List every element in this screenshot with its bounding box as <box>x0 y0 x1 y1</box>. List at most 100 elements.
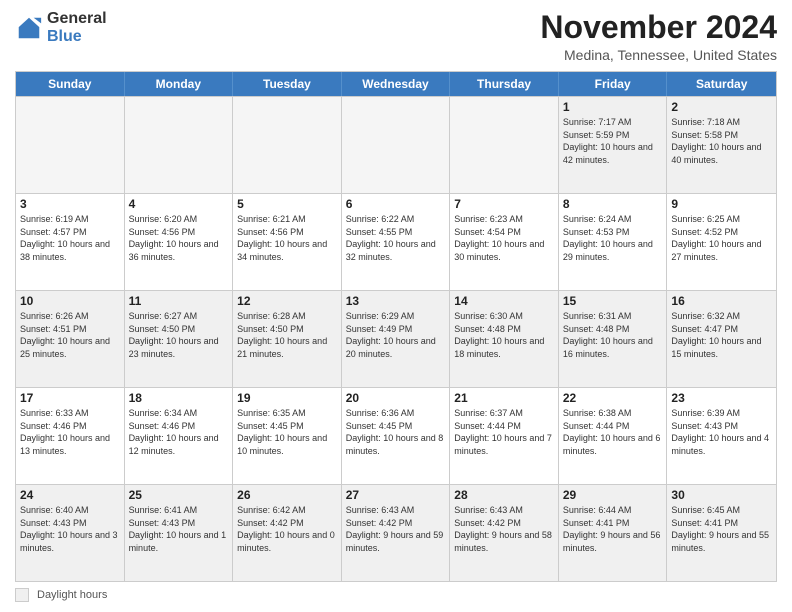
cal-header-saturday: Saturday <box>667 72 776 96</box>
day-number: 11 <box>129 294 229 308</box>
cal-cell-14: 14 Sunrise: 6:30 AM Sunset: 4:48 PM Dayli… <box>450 291 559 387</box>
day-info: Sunrise: 6:27 AM Sunset: 4:50 PM Dayligh… <box>129 310 229 360</box>
cal-cell-4: 4Sunrise: 6:20 AM Sunset: 4:56 PM Daylig… <box>125 194 234 290</box>
cal-cell-27: 27Sunrise: 6:43 AM Sunset: 4:42 PM Dayli… <box>342 485 451 581</box>
day-info: Sunrise: 6:40 AM Sunset: 4:43 PM Dayligh… <box>20 504 120 554</box>
cal-cell-empty <box>233 97 342 193</box>
day-number: 5 <box>237 197 337 211</box>
cal-cell-11: 11 Sunrise: 6:27 AM Sunset: 4:50 PM Dayli… <box>125 291 234 387</box>
day-number: 16 <box>671 294 772 308</box>
day-info: Sunrise: 6:34 AM Sunset: 4:46 PM Dayligh… <box>129 407 229 457</box>
day-info: Sunrise: 6:32 AM Sunset: 4:47 PM Dayligh… <box>671 310 772 360</box>
header: General Blue November 2024 Medina, Tenne… <box>15 10 777 63</box>
cal-header-monday: Monday <box>125 72 234 96</box>
day-number: 4 <box>129 197 229 211</box>
cal-cell-empty <box>125 97 234 193</box>
day-info: Sunrise: 6:25 AM Sunset: 4:52 PM Dayligh… <box>671 213 772 263</box>
day-info: Sunrise: 6:30 AM Sunset: 4:48 PM Dayligh… <box>454 310 554 360</box>
cal-cell-8: 8 Sunrise: 6:24 AM Sunset: 4:53 PM Daylig… <box>559 194 668 290</box>
calendar-header-row: SundayMondayTuesdayWednesdayThursdayFrid… <box>16 72 776 96</box>
cal-cell-28: 28 Sunrise: 6:43 AM Sunset: 4:42 PM Dayli… <box>450 485 559 581</box>
logo-text: General Blue <box>47 10 107 45</box>
day-info: Sunrise: 7:18 AM Sunset: 5:58 PM Dayligh… <box>671 116 772 166</box>
cal-cell-20: 20Sunrise: 6:36 AM Sunset: 4:45 PM Dayli… <box>342 388 451 484</box>
day-number: 8 <box>563 197 663 211</box>
cal-header-sunday: Sunday <box>16 72 125 96</box>
cal-cell-26: 26 Sunrise: 6:42 AM Sunset: 4:42 PM Dayli… <box>233 485 342 581</box>
calendar-body: 1 Sunrise: 7:17 AM Sunset: 5:59 PM Daylig… <box>16 96 776 581</box>
day-info: Sunrise: 6:43 AM Sunset: 4:42 PM Dayligh… <box>346 504 446 554</box>
page: General Blue November 2024 Medina, Tenne… <box>0 0 792 612</box>
cal-cell-7: 7Sunrise: 6:23 AM Sunset: 4:54 PM Daylig… <box>450 194 559 290</box>
location: Medina, Tennessee, United States <box>540 47 777 63</box>
day-info: Sunrise: 6:28 AM Sunset: 4:50 PM Dayligh… <box>237 310 337 360</box>
day-number: 25 <box>129 488 229 502</box>
cal-cell-17: 17Sunrise: 6:33 AM Sunset: 4:46 PM Dayli… <box>16 388 125 484</box>
day-info: Sunrise: 7:17 AM Sunset: 5:59 PM Dayligh… <box>563 116 663 166</box>
day-info: Sunrise: 6:31 AM Sunset: 4:48 PM Dayligh… <box>563 310 663 360</box>
day-number: 14 <box>454 294 554 308</box>
day-number: 20 <box>346 391 446 405</box>
day-number: 30 <box>671 488 772 502</box>
month-title: November 2024 <box>540 10 777 45</box>
logo-icon <box>15 14 43 42</box>
day-number: 1 <box>563 100 663 114</box>
day-number: 13 <box>346 294 446 308</box>
cal-cell-21: 21Sunrise: 6:37 AM Sunset: 4:44 PM Dayli… <box>450 388 559 484</box>
cal-week-1: 1 Sunrise: 7:17 AM Sunset: 5:59 PM Daylig… <box>16 96 776 193</box>
cal-cell-22: 22Sunrise: 6:38 AM Sunset: 4:44 PM Dayli… <box>559 388 668 484</box>
cal-header-thursday: Thursday <box>450 72 559 96</box>
day-number: 12 <box>237 294 337 308</box>
cal-cell-19: 19Sunrise: 6:35 AM Sunset: 4:45 PM Dayli… <box>233 388 342 484</box>
day-number: 17 <box>20 391 120 405</box>
cal-cell-12: 12 Sunrise: 6:28 AM Sunset: 4:50 PM Dayli… <box>233 291 342 387</box>
day-info: Sunrise: 6:22 AM Sunset: 4:55 PM Dayligh… <box>346 213 446 263</box>
day-number: 23 <box>671 391 772 405</box>
cal-cell-15: 15Sunrise: 6:31 AM Sunset: 4:48 PM Dayli… <box>559 291 668 387</box>
day-info: Sunrise: 6:39 AM Sunset: 4:43 PM Dayligh… <box>671 407 772 457</box>
day-info: Sunrise: 6:19 AM Sunset: 4:57 PM Dayligh… <box>20 213 120 263</box>
cal-cell-empty <box>450 97 559 193</box>
cal-week-4: 17Sunrise: 6:33 AM Sunset: 4:46 PM Dayli… <box>16 387 776 484</box>
day-info: Sunrise: 6:43 AM Sunset: 4:42 PM Dayligh… <box>454 504 554 554</box>
calendar: SundayMondayTuesdayWednesdayThursdayFrid… <box>15 71 777 582</box>
day-number: 9 <box>671 197 772 211</box>
day-number: 24 <box>20 488 120 502</box>
day-info: Sunrise: 6:37 AM Sunset: 4:44 PM Dayligh… <box>454 407 554 457</box>
cal-cell-1: 1 Sunrise: 7:17 AM Sunset: 5:59 PM Daylig… <box>559 97 668 193</box>
day-number: 6 <box>346 197 446 211</box>
cal-cell-5: 5 Sunrise: 6:21 AM Sunset: 4:56 PM Daylig… <box>233 194 342 290</box>
cal-week-2: 3 Sunrise: 6:19 AM Sunset: 4:57 PM Daylig… <box>16 193 776 290</box>
day-info: Sunrise: 6:21 AM Sunset: 4:56 PM Dayligh… <box>237 213 337 263</box>
day-number: 7 <box>454 197 554 211</box>
cal-cell-6: 6 Sunrise: 6:22 AM Sunset: 4:55 PM Daylig… <box>342 194 451 290</box>
cal-cell-29: 29Sunrise: 6:44 AM Sunset: 4:41 PM Dayli… <box>559 485 668 581</box>
cal-cell-25: 25Sunrise: 6:41 AM Sunset: 4:43 PM Dayli… <box>125 485 234 581</box>
logo: General Blue <box>15 10 107 45</box>
cal-cell-9: 9 Sunrise: 6:25 AM Sunset: 4:52 PM Daylig… <box>667 194 776 290</box>
day-info: Sunrise: 6:24 AM Sunset: 4:53 PM Dayligh… <box>563 213 663 263</box>
day-number: 22 <box>563 391 663 405</box>
cal-cell-23: 23 Sunrise: 6:39 AM Sunset: 4:43 PM Dayli… <box>667 388 776 484</box>
cal-header-tuesday: Tuesday <box>233 72 342 96</box>
daylight-label: Daylight hours <box>37 589 107 601</box>
cal-week-3: 10 Sunrise: 6:26 AM Sunset: 4:51 PM Dayli… <box>16 290 776 387</box>
day-info: Sunrise: 6:45 AM Sunset: 4:41 PM Dayligh… <box>671 504 772 554</box>
day-number: 26 <box>237 488 337 502</box>
cal-cell-16: 16 Sunrise: 6:32 AM Sunset: 4:47 PM Dayli… <box>667 291 776 387</box>
logo-general: General <box>47 10 107 28</box>
day-info: Sunrise: 6:26 AM Sunset: 4:51 PM Dayligh… <box>20 310 120 360</box>
day-info: Sunrise: 6:42 AM Sunset: 4:42 PM Dayligh… <box>237 504 337 554</box>
day-number: 10 <box>20 294 120 308</box>
logo-blue: Blue <box>47 28 107 46</box>
day-info: Sunrise: 6:29 AM Sunset: 4:49 PM Dayligh… <box>346 310 446 360</box>
cal-cell-18: 18Sunrise: 6:34 AM Sunset: 4:46 PM Dayli… <box>125 388 234 484</box>
day-number: 19 <box>237 391 337 405</box>
day-number: 3 <box>20 197 120 211</box>
cal-cell-13: 13 Sunrise: 6:29 AM Sunset: 4:49 PM Dayli… <box>342 291 451 387</box>
day-number: 28 <box>454 488 554 502</box>
day-number: 2 <box>671 100 772 114</box>
cal-header-wednesday: Wednesday <box>342 72 451 96</box>
cal-week-5: 24 Sunrise: 6:40 AM Sunset: 4:43 PM Dayli… <box>16 484 776 581</box>
day-info: Sunrise: 6:44 AM Sunset: 4:41 PM Dayligh… <box>563 504 663 554</box>
